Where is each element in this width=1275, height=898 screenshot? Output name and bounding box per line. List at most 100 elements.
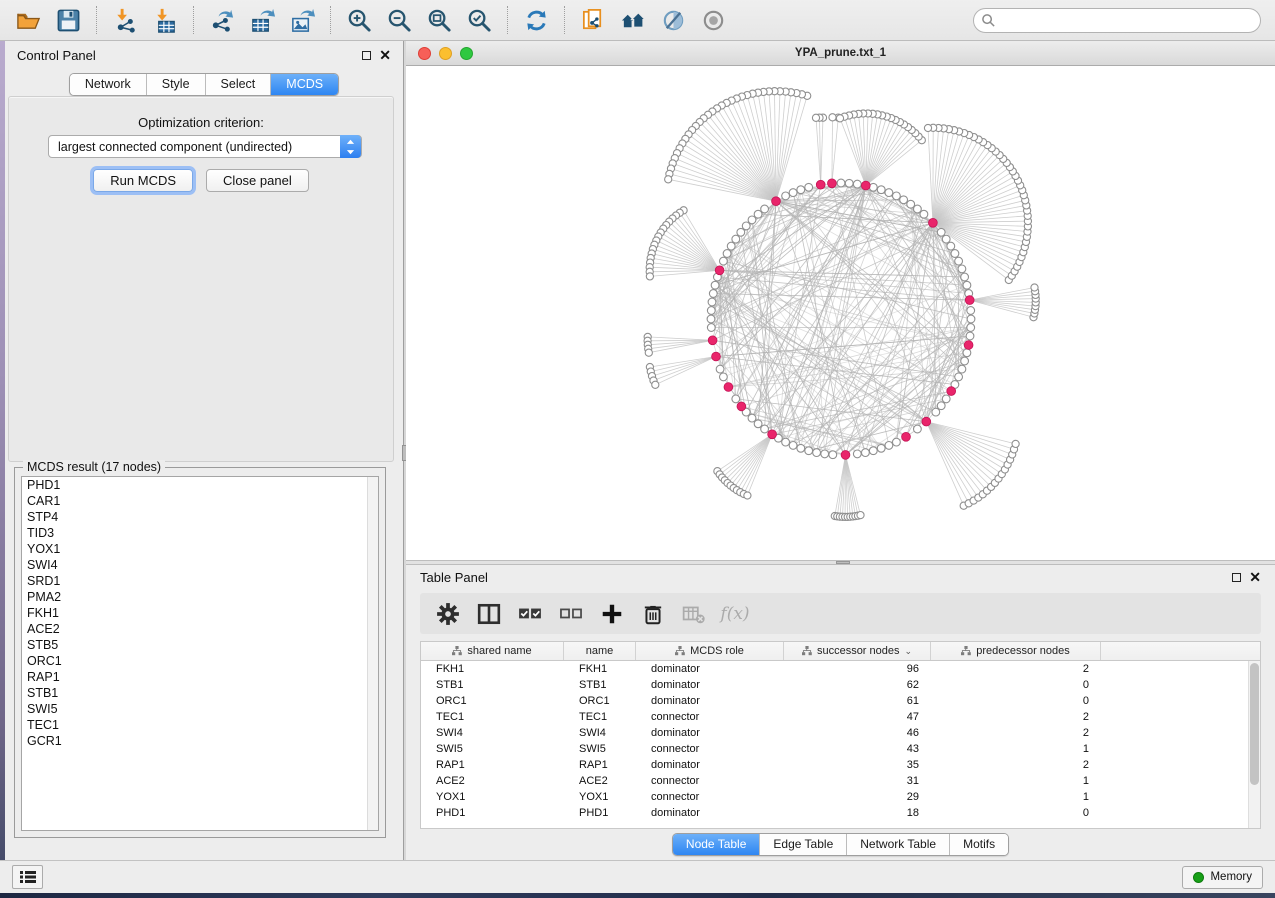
zoom-in-icon[interactable] bbox=[339, 3, 379, 37]
result-node-yox1[interactable]: YOX1 bbox=[22, 541, 378, 557]
hide-graphics-details-icon[interactable] bbox=[653, 3, 693, 37]
table-row-rap1[interactable]: RAP1RAP1dominator352 bbox=[421, 757, 1260, 773]
leaf-node[interactable] bbox=[744, 492, 751, 499]
mcds-node[interactable] bbox=[772, 197, 781, 206]
network-node[interactable] bbox=[951, 250, 959, 258]
network-node[interactable] bbox=[727, 242, 735, 250]
float-window-icon[interactable] bbox=[362, 51, 371, 60]
unselect-all-icon[interactable] bbox=[559, 602, 583, 626]
cell-role[interactable]: connector bbox=[636, 773, 784, 789]
leaf-node[interactable] bbox=[857, 512, 864, 519]
network-node[interactable] bbox=[966, 332, 974, 340]
cell-shared_name[interactable]: YOX1 bbox=[421, 789, 564, 805]
show-graphics-details-icon[interactable] bbox=[693, 3, 733, 37]
network-node[interactable] bbox=[805, 183, 813, 191]
optimization-criterion-select[interactable]: largest connected component (undirected) bbox=[48, 135, 362, 158]
mcds-node[interactable] bbox=[724, 383, 733, 392]
splitter-grip[interactable] bbox=[836, 561, 850, 564]
network-node[interactable] bbox=[963, 281, 971, 289]
result-node-gcr1[interactable]: GCR1 bbox=[22, 733, 378, 749]
column-header-successor-nodes[interactable]: successor nodes⌄ bbox=[784, 642, 931, 660]
cell-role[interactable]: dominator bbox=[636, 693, 784, 709]
cell-successors[interactable]: 46 bbox=[784, 725, 931, 741]
result-node-car1[interactable]: CAR1 bbox=[22, 493, 378, 509]
maximize-window-icon[interactable] bbox=[460, 47, 473, 60]
network-node[interactable] bbox=[877, 444, 885, 452]
network-node[interactable] bbox=[754, 210, 762, 218]
cell-name[interactable]: ACE2 bbox=[564, 773, 636, 789]
network-node[interactable] bbox=[958, 365, 966, 373]
network-node[interactable] bbox=[932, 408, 940, 416]
network-node[interactable] bbox=[853, 450, 861, 458]
network-canvas[interactable] bbox=[406, 66, 1275, 560]
network-node[interactable] bbox=[845, 179, 853, 187]
network-node[interactable] bbox=[789, 189, 797, 197]
mcds-node[interactable] bbox=[902, 432, 911, 441]
float-window-icon[interactable] bbox=[1232, 573, 1241, 582]
network-node[interactable] bbox=[805, 447, 813, 455]
leaf-node[interactable] bbox=[646, 273, 653, 280]
close-window-icon[interactable] bbox=[418, 47, 431, 60]
result-node-fkh1[interactable]: FKH1 bbox=[22, 605, 378, 621]
leaf-node[interactable] bbox=[836, 115, 843, 122]
cell-shared_name[interactable]: SWI5 bbox=[421, 741, 564, 757]
network-node[interactable] bbox=[963, 349, 971, 357]
table-row-orc1[interactable]: ORC1ORC1dominator610 bbox=[421, 693, 1260, 709]
result-node-tec1[interactable]: TEC1 bbox=[22, 717, 378, 733]
table-settings-icon[interactable] bbox=[436, 602, 460, 626]
network-node[interactable] bbox=[837, 179, 845, 187]
tab-style[interactable]: Style bbox=[147, 74, 206, 95]
result-node-swi5[interactable]: SWI5 bbox=[22, 701, 378, 717]
cell-successors[interactable]: 47 bbox=[784, 709, 931, 725]
cell-shared_name[interactable]: STB1 bbox=[421, 677, 564, 693]
scrollbar-thumb[interactable] bbox=[1250, 663, 1259, 785]
network-node[interactable] bbox=[707, 324, 715, 332]
cell-shared_name[interactable]: TEC1 bbox=[421, 709, 564, 725]
result-node-ace2[interactable]: ACE2 bbox=[22, 621, 378, 637]
network-node[interactable] bbox=[813, 449, 821, 457]
mcds-node[interactable] bbox=[861, 181, 870, 190]
network-node[interactable] bbox=[967, 307, 975, 315]
network-node[interactable] bbox=[707, 315, 715, 323]
cell-shared_name[interactable]: FKH1 bbox=[421, 661, 564, 677]
network-node[interactable] bbox=[797, 186, 805, 194]
network-node[interactable] bbox=[711, 281, 719, 289]
result-node-stb5[interactable]: STB5 bbox=[22, 637, 378, 653]
network-node[interactable] bbox=[914, 205, 922, 213]
save-session-icon[interactable] bbox=[48, 3, 88, 37]
leaf-node[interactable] bbox=[645, 349, 652, 356]
network-node[interactable] bbox=[797, 444, 805, 452]
cell-predecessors[interactable]: 1 bbox=[931, 741, 1101, 757]
select-all-icon[interactable] bbox=[518, 602, 542, 626]
network-node[interactable] bbox=[885, 442, 893, 450]
table-scrollbar[interactable] bbox=[1248, 661, 1260, 828]
leaf-node[interactable] bbox=[924, 124, 931, 131]
close-panel-button[interactable]: Close panel bbox=[206, 169, 309, 192]
network-window-titlebar[interactable]: YPA_prune.txt_1 bbox=[406, 41, 1275, 66]
leaf-node[interactable] bbox=[829, 114, 836, 121]
mcds-node[interactable] bbox=[929, 218, 938, 227]
add-column-icon[interactable] bbox=[600, 602, 624, 626]
cell-shared_name[interactable]: RAP1 bbox=[421, 757, 564, 773]
cell-role[interactable]: dominator bbox=[636, 725, 784, 741]
cell-role[interactable]: dominator bbox=[636, 757, 784, 773]
delete-column-icon[interactable] bbox=[641, 602, 665, 626]
network-node[interactable] bbox=[914, 425, 922, 433]
close-icon[interactable]: ✕ bbox=[379, 50, 391, 60]
network-node[interactable] bbox=[869, 447, 877, 455]
network-node[interactable] bbox=[907, 200, 915, 208]
cell-predecessors[interactable]: 0 bbox=[931, 805, 1101, 821]
result-node-phd1[interactable]: PHD1 bbox=[22, 477, 378, 493]
network-node[interactable] bbox=[732, 395, 740, 403]
network-node[interactable] bbox=[782, 438, 790, 446]
network-node[interactable] bbox=[877, 186, 885, 194]
network-node[interactable] bbox=[920, 210, 928, 218]
cell-successors[interactable]: 96 bbox=[784, 661, 931, 677]
network-node[interactable] bbox=[947, 242, 955, 250]
cell-successors[interactable]: 31 bbox=[784, 773, 931, 789]
cell-successors[interactable]: 61 bbox=[784, 693, 931, 709]
cell-role[interactable]: dominator bbox=[636, 661, 784, 677]
mcds-node[interactable] bbox=[816, 180, 825, 189]
column-header-mcds-role[interactable]: MCDS role bbox=[636, 642, 784, 660]
cell-successors[interactable]: 43 bbox=[784, 741, 931, 757]
